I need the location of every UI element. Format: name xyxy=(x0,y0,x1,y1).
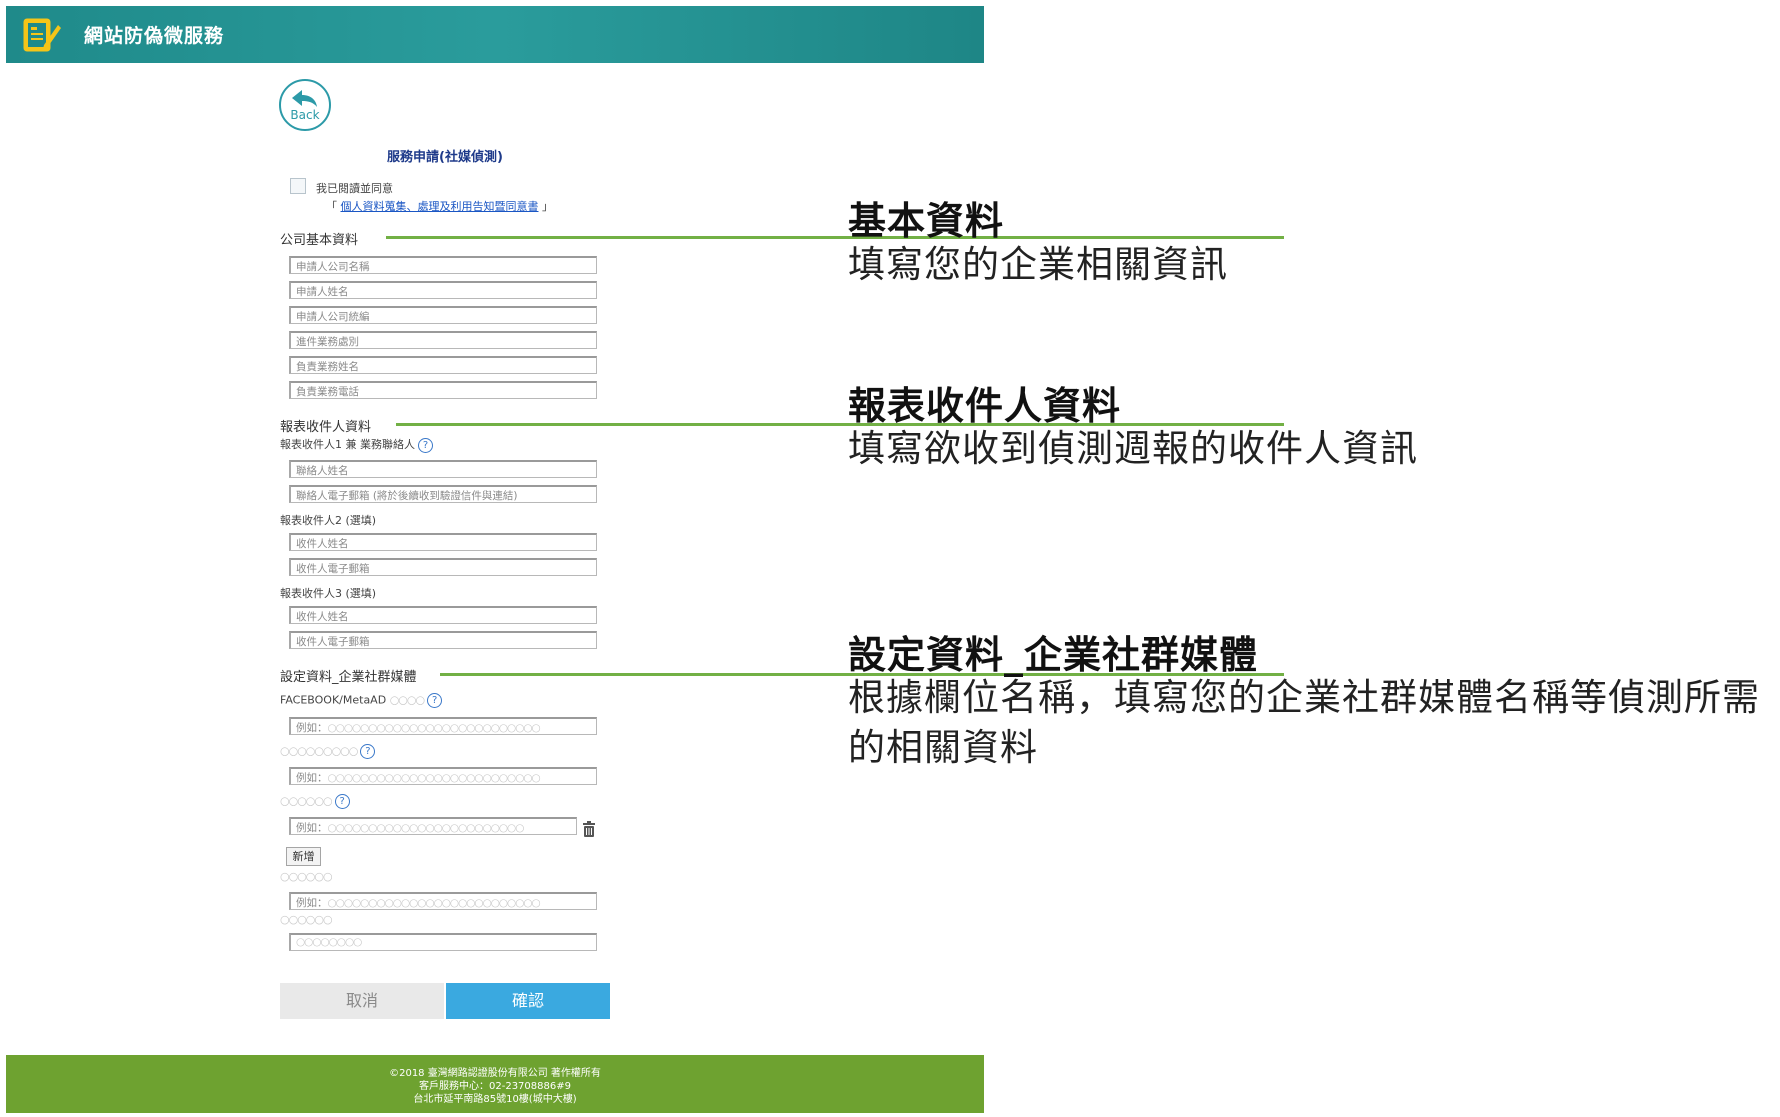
footer-copyright: ©2018 臺灣網路認證股份有限公司 著作權所有 xyxy=(389,1068,601,1079)
redacted-text: ○○○○ xyxy=(389,693,425,707)
back-button[interactable]: Back xyxy=(279,79,331,131)
back-label: Back xyxy=(290,108,320,122)
redacted-text: ○○○○○○ xyxy=(280,870,333,883)
social-label-3-row: ○○○○○○? xyxy=(280,794,350,809)
annotation-basic-desc: 填寫您的企業相關資訊 xyxy=(848,243,1228,286)
social-field-4[interactable]: 例如：○○○○○○○○○○○○○○○○○○○○○○○○○○ xyxy=(289,892,597,910)
applicant-name-field[interactable]: 申請人姓名 xyxy=(289,281,597,299)
facebook-label-row: FACEBOOK/MetaAD ○○○○? xyxy=(280,693,443,708)
cancel-button[interactable]: 取消 xyxy=(280,983,444,1019)
agree-link-wrap: 「 個人資料蒐集、處理及利用告知暨同意書 」 xyxy=(326,198,553,214)
example-prefix: 例如： xyxy=(296,897,328,909)
example-prefix: 例如： xyxy=(296,772,328,784)
redacted-text: ○○○○○○○○ xyxy=(296,936,362,948)
company-tax-id-field[interactable]: 申請人公司統編 xyxy=(289,306,597,324)
app-header: 網站防偽微服務 xyxy=(6,6,984,63)
recipient3-name-field[interactable]: 收件人姓名 xyxy=(289,606,597,624)
redacted-text: ○○○○○○○○○ xyxy=(280,744,358,758)
add-button[interactable]: 新增 xyxy=(286,847,321,866)
social-label-5-row: ○○○○○○ xyxy=(280,913,333,926)
recipient3-label: 報表收件人3 (選填) xyxy=(280,587,377,600)
contact-email-field[interactable]: 聯絡人電子郵箱 (將於後續收到驗證信件與連結) xyxy=(289,485,597,503)
footer-address: 台北市延平南路85號10樓(城中大樓) xyxy=(413,1094,577,1105)
annotation-recipient-title: 報表收件人資料 xyxy=(848,384,1122,428)
recipient2-email-field[interactable]: 收件人電子郵箱 xyxy=(289,558,597,576)
recipient3-email-field[interactable]: 收件人電子郵箱 xyxy=(289,631,597,649)
annotation-social-title: 設定資料_企業社群媒體 xyxy=(848,633,1259,677)
sales-name-field[interactable]: 負責業務姓名 xyxy=(289,356,597,374)
annotation-basic-title: 基本資料 xyxy=(848,199,1005,243)
redacted-text: ○○○○○○○○○○○○○○○○○○○○○○○○○○ xyxy=(327,772,541,784)
recipient1-label: 報表收件人1 兼 業務聯絡人 xyxy=(280,438,415,451)
recipient1-label-row: 報表收件人1 兼 業務聯絡人? xyxy=(280,436,433,453)
trash-icon[interactable] xyxy=(582,821,596,837)
social-label-2-row: ○○○○○○○○○? xyxy=(280,744,376,759)
social-field-2[interactable]: 例如：○○○○○○○○○○○○○○○○○○○○○○○○○○ xyxy=(289,767,597,785)
help-icon[interactable]: ? xyxy=(427,693,443,708)
redacted-text: ○○○○○○ xyxy=(280,913,333,926)
redacted-text: ○○○○○○○○○○○○○○○○○○○○○○○○ xyxy=(327,822,525,834)
help-icon[interactable]: ? xyxy=(360,744,376,759)
social-field-5[interactable]: ○○○○○○○○ xyxy=(289,933,597,951)
sales-division-field[interactable]: 進件業務處別 xyxy=(289,331,597,349)
footer-service-phone: 客戶服務中心：02-2370888​6#9 xyxy=(419,1081,571,1092)
contact-name-field[interactable]: 聯絡人姓名 xyxy=(289,460,597,478)
company-section-label: 公司基本資料 xyxy=(280,233,359,248)
privacy-consent-link[interactable]: 個人資料蒐集、處理及利用告知暨同意書 xyxy=(341,200,539,213)
recipient2-name-field[interactable]: 收件人姓名 xyxy=(289,533,597,551)
facebook-label: FACEBOOK/MetaAD xyxy=(280,693,387,707)
form-title: 服務申請(社媒偵測) xyxy=(387,150,503,165)
agree-text: 我已閱讀並同意 xyxy=(316,182,393,195)
recipient-section-label: 報表收件人資料 xyxy=(280,420,372,435)
redacted-text: ○○○○○○○○○○○○○○○○○○○○○○○○○○ xyxy=(327,722,541,734)
social-section-label: 設定資料_企業社群媒體 xyxy=(280,670,417,685)
sales-phone-field[interactable]: 負責業務電話 xyxy=(289,381,597,399)
company-name-field[interactable]: 申請人公司名稱 xyxy=(289,256,597,274)
social-label-4-row: ○○○○○○ xyxy=(280,870,333,883)
agree-link-close: 」 xyxy=(542,200,553,213)
facebook-field[interactable]: 例如：○○○○○○○○○○○○○○○○○○○○○○○○○○ xyxy=(289,717,597,735)
annotation-recipient-desc: 填寫欲收到偵測週報的收件人資訊 xyxy=(848,427,1418,470)
social-field-3[interactable]: 例如：○○○○○○○○○○○○○○○○○○○○○○○○ xyxy=(289,817,577,835)
confirm-button[interactable]: 確認 xyxy=(446,983,610,1019)
redacted-text: ○○○○○○ xyxy=(280,794,333,808)
annotation-social-desc: 根據欄位名稱，填寫您的企業社群媒體名稱等偵測所需的相關資料 xyxy=(848,676,1760,769)
form-edit-icon xyxy=(23,18,61,51)
help-icon[interactable]: ? xyxy=(418,437,433,453)
example-prefix: 例如： xyxy=(296,822,328,834)
app-title: 網站防偽微服務 xyxy=(84,25,225,47)
app-footer: ©2018 臺灣網路認證股份有限公司 著作權所有 客戶服務中心：02-23708… xyxy=(6,1055,984,1113)
recipient2-label: 報表收件人2 (選填) xyxy=(280,514,377,527)
example-prefix: 例如： xyxy=(296,722,328,734)
leader-line-basic xyxy=(386,236,1284,239)
back-arrow-icon xyxy=(292,90,317,107)
agree-checkbox[interactable] xyxy=(290,178,306,194)
help-icon[interactable]: ? xyxy=(334,794,350,809)
agree-link-open: 「 xyxy=(326,200,337,213)
redacted-text: ○○○○○○○○○○○○○○○○○○○○○○○○○○ xyxy=(327,897,541,909)
